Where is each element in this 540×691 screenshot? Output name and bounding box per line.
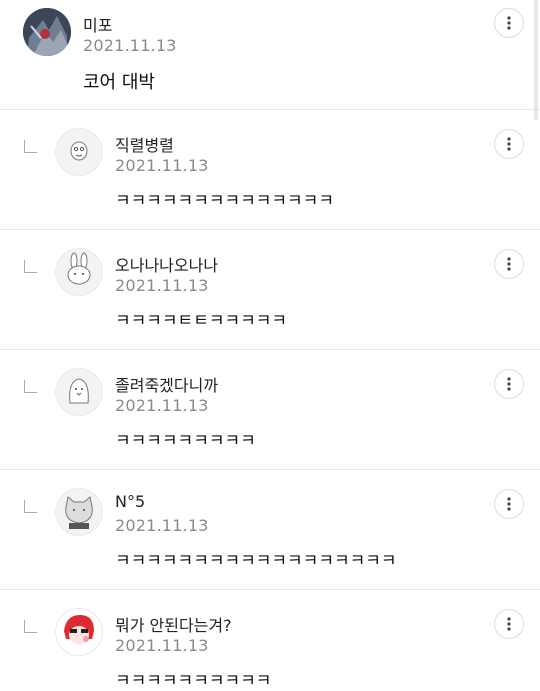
comment-date: 2021.11.13	[115, 276, 209, 295]
author-name[interactable]: 미포	[83, 12, 112, 36]
more-options-button[interactable]	[494, 8, 524, 38]
avatar-image	[70, 141, 88, 161]
reply-indent-icon	[24, 380, 37, 393]
more-vertical-icon	[507, 377, 511, 391]
comment-text: ㅋㅋㅋㅋㅌㅌㅋㅋㅋㅋㅋ	[115, 311, 288, 331]
reply-item: 오나나나오나나 2021.11.13 ㅋㅋㅋㅋㅌㅌㅋㅋㅋㅋㅋ	[0, 230, 540, 350]
more-vertical-icon	[507, 257, 511, 271]
more-vertical-icon	[507, 137, 511, 151]
avatar[interactable]	[55, 248, 103, 296]
reply-item: 직렬병렬 2021.11.13 ㅋㅋㅋㅋㅋㅋㅋㅋㅋㅋㅋㅋㅋㅋ	[0, 110, 540, 230]
avatar[interactable]	[55, 488, 103, 536]
more-options-button[interactable]	[494, 489, 524, 519]
comment-item: 미포 2021.11.13 코어 대박	[0, 0, 540, 110]
more-options-button[interactable]	[494, 249, 524, 279]
comment-text: ㅋㅋㅋㅋㅋㅋㅋㅋㅋㅋㅋㅋㅋㅋ	[115, 191, 334, 211]
comment-date: 2021.11.13	[115, 636, 209, 655]
more-options-button[interactable]	[494, 129, 524, 159]
comment-date: 2021.11.13	[115, 516, 209, 535]
reply-item: 졸려죽겠다니까 2021.11.13 ㅋㅋㅋㅋㅋㅋㅋㅋㅋ	[0, 350, 540, 470]
avatar[interactable]	[55, 608, 103, 656]
comment-date: 2021.11.13	[115, 156, 209, 175]
comment-text: ㅋㅋㅋㅋㅋㅋㅋㅋㅋㅋㅋㅋㅋㅋㅋㅋㅋㅋ	[115, 551, 397, 571]
more-vertical-icon	[507, 16, 511, 30]
author-name[interactable]: 직렬병렬	[115, 132, 174, 156]
more-options-button[interactable]	[494, 609, 524, 639]
author-name[interactable]: 졸려죽겠다니까	[115, 372, 218, 396]
comment-text: 코어 대박	[83, 72, 155, 93]
more-vertical-icon	[507, 617, 511, 631]
avatar-image	[23, 8, 71, 56]
reply-indent-icon	[24, 500, 37, 513]
comment-date: 2021.11.13	[83, 36, 177, 55]
reply-item: N°5 2021.11.13 ㅋㅋㅋㅋㅋㅋㅋㅋㅋㅋㅋㅋㅋㅋㅋㅋㅋㅋ	[0, 470, 540, 590]
more-options-button[interactable]	[494, 369, 524, 399]
avatar-image	[64, 615, 94, 644]
avatar-image	[67, 252, 91, 285]
reply-item: 뭐가 안된다는겨? 2021.11.13 ㅋㅋㅋㅋㅋㅋㅋㅋㅋㅋ	[0, 590, 540, 691]
comment-text: ㅋㅋㅋㅋㅋㅋㅋㅋㅋ	[115, 431, 256, 451]
reply-indent-icon	[24, 140, 37, 153]
avatar-image	[65, 496, 93, 529]
comment-date: 2021.11.13	[115, 396, 209, 415]
comment-text: ㅋㅋㅋㅋㅋㅋㅋㅋㅋㅋ	[115, 671, 272, 691]
author-name[interactable]: 뭐가 안된다는겨?	[115, 612, 232, 636]
reply-indent-icon	[24, 620, 37, 633]
reply-indent-icon	[24, 260, 37, 273]
avatar[interactable]	[23, 8, 71, 56]
more-vertical-icon	[507, 497, 511, 511]
avatar[interactable]	[55, 368, 103, 416]
author-name[interactable]: 오나나나오나나	[115, 252, 218, 276]
author-name[interactable]: N°5	[115, 492, 145, 511]
avatar[interactable]	[55, 128, 103, 176]
avatar-image	[69, 378, 89, 404]
